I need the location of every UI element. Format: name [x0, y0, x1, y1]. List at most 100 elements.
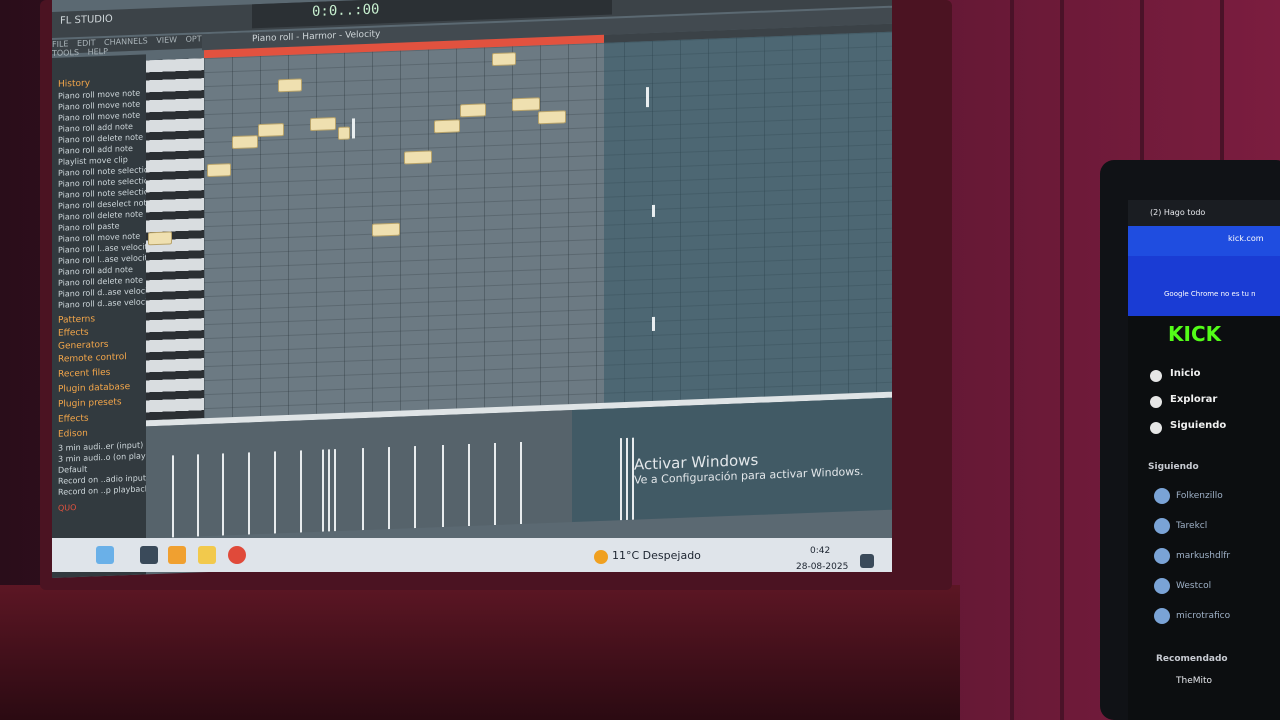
chrome-default-banner: [1128, 256, 1280, 316]
history-item[interactable]: Playlist move clip: [58, 155, 128, 167]
velocity-bar[interactable]: [300, 450, 302, 533]
notifications-icon[interactable]: [860, 554, 874, 568]
browser-plugin-presets[interactable]: Plugin presets: [58, 397, 122, 409]
file-explorer-icon[interactable]: [198, 546, 216, 564]
velocity-bar[interactable]: [248, 452, 250, 535]
browser-history-folder[interactable]: History: [58, 79, 90, 90]
followed-channel[interactable]: Tarekcl: [1176, 521, 1207, 531]
followed-channel[interactable]: markushdlfr: [1176, 551, 1230, 561]
velocity-bar[interactable]: [274, 451, 276, 534]
menu-channels[interactable]: CHANNELS: [104, 36, 148, 47]
recommended-section-title: Recomendado: [1156, 654, 1228, 664]
kick-logo[interactable]: KICK: [1168, 322, 1221, 346]
velocity-bar[interactable]: [620, 438, 622, 521]
history-item[interactable]: Piano roll move note: [58, 232, 140, 244]
browser-effects[interactable]: Effects: [58, 328, 89, 339]
browser-recent-files[interactable]: Recent files: [58, 368, 110, 380]
history-item[interactable]: Piano roll delete note: [58, 276, 143, 288]
followed-channel[interactable]: Westcol: [1176, 581, 1211, 591]
velocity-bar[interactable]: [468, 443, 470, 527]
followed-channel[interactable]: Folkenzillo: [1176, 491, 1223, 501]
history-item[interactable]: Piano roll d..ase velocity: [58, 297, 155, 310]
history-item[interactable]: Piano roll l..ase velocity: [58, 253, 152, 266]
note[interactable]: [492, 52, 516, 67]
avatar: [1154, 488, 1170, 504]
avatar: [1154, 608, 1170, 624]
nav-explorar[interactable]: Explorar: [1170, 394, 1217, 405]
recent-item[interactable]: Default: [58, 465, 87, 475]
wall-panel-line: [1060, 0, 1064, 720]
note[interactable]: [148, 231, 172, 246]
velocity-bar[interactable]: [322, 449, 324, 532]
velocity-bar[interactable]: [442, 444, 444, 528]
nav-siguiendo[interactable]: Siguiendo: [1170, 420, 1226, 431]
velocity-bar[interactable]: [626, 437, 628, 520]
velocity-bar[interactable]: [494, 442, 496, 526]
velocity-bar[interactable]: [172, 455, 174, 538]
chrome-icon[interactable]: [228, 546, 246, 564]
recommended-channel[interactable]: TheMito: [1176, 676, 1212, 686]
note[interactable]: [232, 135, 258, 150]
velocity-bar[interactable]: [197, 454, 199, 537]
history-item[interactable]: Piano roll paste: [58, 221, 119, 232]
phone-screen: (2) Hago todo kick.com Google Chrome no …: [1128, 200, 1280, 720]
history-item[interactable]: Piano roll add note: [58, 265, 133, 277]
fl-app-title: FL STUDIO: [60, 13, 113, 27]
note[interactable]: [460, 103, 486, 118]
note[interactable]: [310, 117, 336, 132]
history-item[interactable]: Piano roll move note: [58, 111, 140, 123]
heart-icon: [1150, 422, 1162, 434]
history-item[interactable]: Piano roll delete note: [58, 133, 143, 145]
nav-inicio[interactable]: Inicio: [1170, 368, 1201, 379]
recent-item[interactable]: 3 min audi..er (input): [58, 440, 143, 452]
start-icon[interactable]: [96, 546, 114, 564]
velocity-bar[interactable]: [388, 447, 390, 530]
weather-icon: [594, 550, 608, 564]
recent-item[interactable]: 3 min audi..o (on play): [58, 451, 149, 463]
velocity-bar[interactable]: [520, 441, 522, 525]
home-icon: [1150, 370, 1162, 382]
browser-panel: History Piano roll move note Piano roll …: [52, 54, 155, 578]
explore-icon: [1150, 396, 1162, 408]
phone-url[interactable]: kick.com: [1228, 234, 1264, 243]
following-section-title: Siguiendo: [1148, 462, 1199, 472]
avatar: [1154, 578, 1170, 594]
note[interactable]: [338, 126, 350, 141]
velocity-bar[interactable]: [328, 449, 330, 532]
avatar: [1154, 548, 1170, 564]
history-item[interactable]: Piano roll move note: [58, 89, 140, 101]
browser-edison[interactable]: Edison: [58, 429, 88, 440]
note[interactable]: [404, 150, 432, 165]
fl-studio-taskbar-icon[interactable]: [168, 546, 186, 564]
desk: [0, 585, 960, 720]
velocity-bar[interactable]: [362, 448, 364, 531]
browser-plugin-database[interactable]: Plugin database: [58, 382, 130, 395]
browser-patterns[interactable]: Patterns: [58, 314, 95, 325]
velocity-bar[interactable]: [222, 453, 224, 536]
history-item[interactable]: Piano roll delete note: [58, 210, 143, 222]
phone-browser-tab[interactable]: (2) Hago todo: [1150, 208, 1205, 217]
clock-time[interactable]: 0:42: [810, 546, 830, 556]
followed-channel[interactable]: microtrafico: [1176, 611, 1230, 621]
recent-item[interactable]: Record on ..p playback: [58, 484, 149, 497]
velocity-bar[interactable]: [414, 446, 416, 529]
history-item[interactable]: Piano roll move note: [58, 100, 140, 112]
note[interactable]: [278, 78, 302, 93]
note[interactable]: [372, 222, 400, 237]
note[interactable]: [512, 97, 540, 112]
weather-text[interactable]: 11°C Despejado: [612, 549, 701, 562]
menu-view[interactable]: VIEW: [156, 35, 177, 45]
note[interactable]: [434, 119, 460, 134]
clock-date[interactable]: 28-08-2025: [796, 562, 848, 572]
browser-generators[interactable]: Generators: [58, 340, 108, 352]
cursor-mark: [652, 204, 655, 217]
note[interactable]: [258, 123, 284, 138]
note[interactable]: [538, 110, 566, 125]
history-item[interactable]: Piano roll add note: [58, 144, 133, 156]
task-view-icon[interactable]: [140, 546, 158, 564]
browser-remote-control[interactable]: Remote control: [58, 352, 127, 365]
history-item[interactable]: Piano roll add note: [58, 122, 133, 134]
velocity-bar[interactable]: [334, 449, 336, 532]
note[interactable]: [207, 163, 231, 178]
browser-effects-2[interactable]: Effects: [58, 414, 89, 425]
